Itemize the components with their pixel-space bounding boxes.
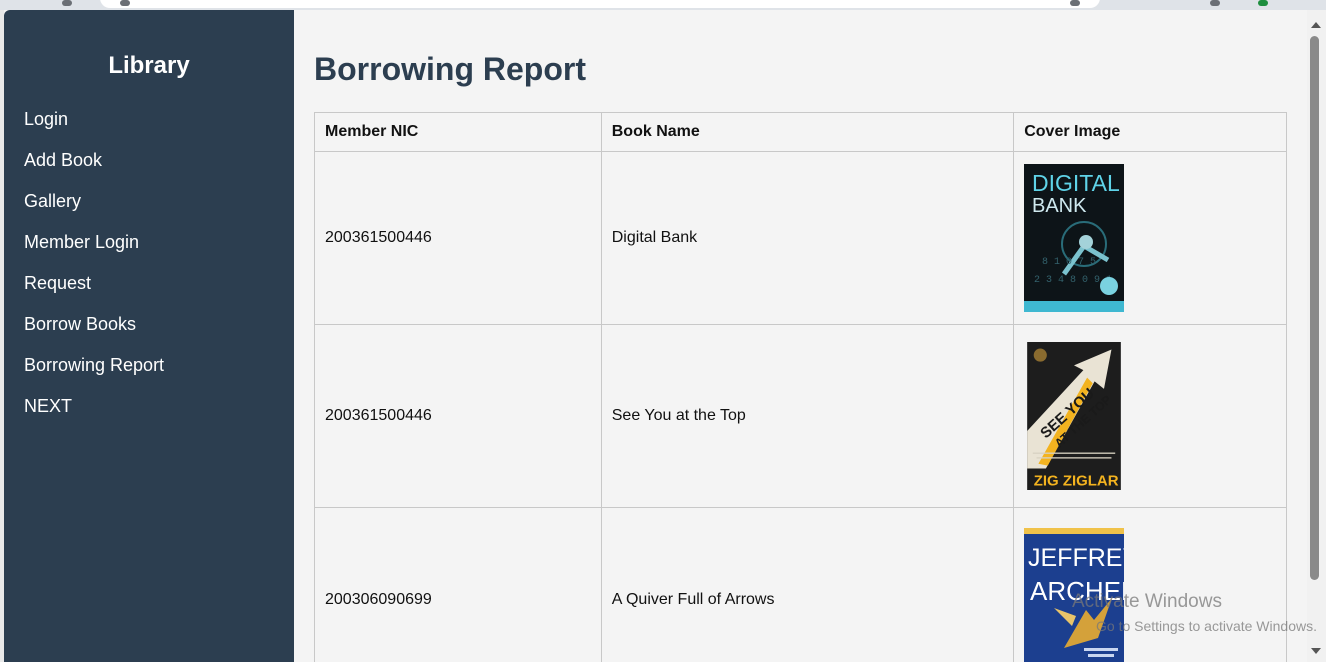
table-header-row: Member NIC Book Name Cover Image [314,112,1287,152]
book-name-cell: Digital Bank [600,151,1015,325]
sidebar-item-gallery[interactable]: Gallery [24,189,164,230]
column-header-book-name: Book Name [600,112,1015,152]
column-header-member-nic: Member NIC [314,112,602,152]
activate-windows-watermark: Activate Windows Go to Settings to activ… [1072,591,1317,634]
sidebar-item-borrow-books[interactable]: Borrow Books [24,312,164,353]
member-nic-cell: 200306090699 [314,507,602,662]
cover-title-bottom: BANK [1032,195,1087,217]
site-info-icon[interactable] [120,0,130,6]
cover-image-cell: DIGITAL BANK 2 3 4 8 0 9 1 8 1 0 7 5 [1013,151,1287,325]
address-bar[interactable] [100,0,1100,8]
cover-title-top: DIGITAL [1032,170,1120,196]
cover-image-cell: JEFFREY ARCHER [1013,507,1287,662]
sidebar: Library Login Add Book Gallery Member Lo… [4,10,294,662]
watermark-title: Activate Windows [1072,591,1222,612]
sidebar-item-add-book[interactable]: Add Book [24,148,164,189]
svg-text:8 1 0 7 5: 8 1 0 7 5 [1042,257,1096,268]
table-row: 200306090699 A Quiver Full of Arrows JEF… [314,507,1287,662]
book-cover-image: SEE YOU AT THE TOP ZIG ZIGLAR [1027,342,1122,490]
page-viewport: Library Login Add Book Gallery Member Lo… [4,10,1307,662]
cover-title-top: JEFFREY [1028,544,1124,572]
column-header-cover-image: Cover Image [1013,112,1287,152]
table-row: 200361500446 Digital Bank DIGITAL BANK 2 [314,151,1287,325]
book-cover-image: DIGITAL BANK 2 3 4 8 0 9 1 8 1 0 7 5 [1024,164,1125,312]
browser-icon[interactable] [62,0,72,6]
borrowing-report-table: Member NIC Book Name Cover Image 2003615… [314,112,1287,662]
member-nic-cell: 200361500446 [314,151,602,325]
book-name-cell: A Quiver Full of Arrows [600,507,1015,662]
sidebar-item-member-login[interactable]: Member Login [24,230,164,271]
table-row: 200361500446 See You at the Top SEE YOU … [314,324,1287,508]
cover-image-cell: SEE YOU AT THE TOP ZIG ZIGLAR [1013,324,1287,508]
vertical-scrollbar[interactable] [1307,10,1326,662]
sidebar-item-login[interactable]: Login [24,107,164,148]
scroll-up-arrow-icon[interactable] [1311,22,1321,28]
browser-chrome-strip [0,0,1326,10]
sidebar-item-borrowing-report[interactable]: Borrowing Report [24,353,164,394]
sidebar-item-request[interactable]: Request [24,271,164,312]
sidebar-item-next[interactable]: NEXT [24,394,164,435]
bookmark-icon[interactable] [1070,0,1080,6]
sidebar-nav: Login Add Book Gallery Member Login Requ… [24,107,164,435]
extensions-icon[interactable] [1210,0,1220,6]
profile-icon[interactable] [1258,0,1268,6]
sidebar-brand: Library [108,52,190,79]
book-name-cell: See You at the Top [600,324,1015,508]
scrollbar-thumb[interactable] [1310,36,1319,580]
cover-author: ZIG ZIGLAR [1034,472,1119,489]
page-title: Borrowing Report [314,51,586,87]
scroll-down-arrow-icon[interactable] [1311,648,1321,654]
member-nic-cell: 200361500446 [314,324,602,508]
watermark-subtitle: Go to Settings to activate Windows. [1096,618,1317,634]
